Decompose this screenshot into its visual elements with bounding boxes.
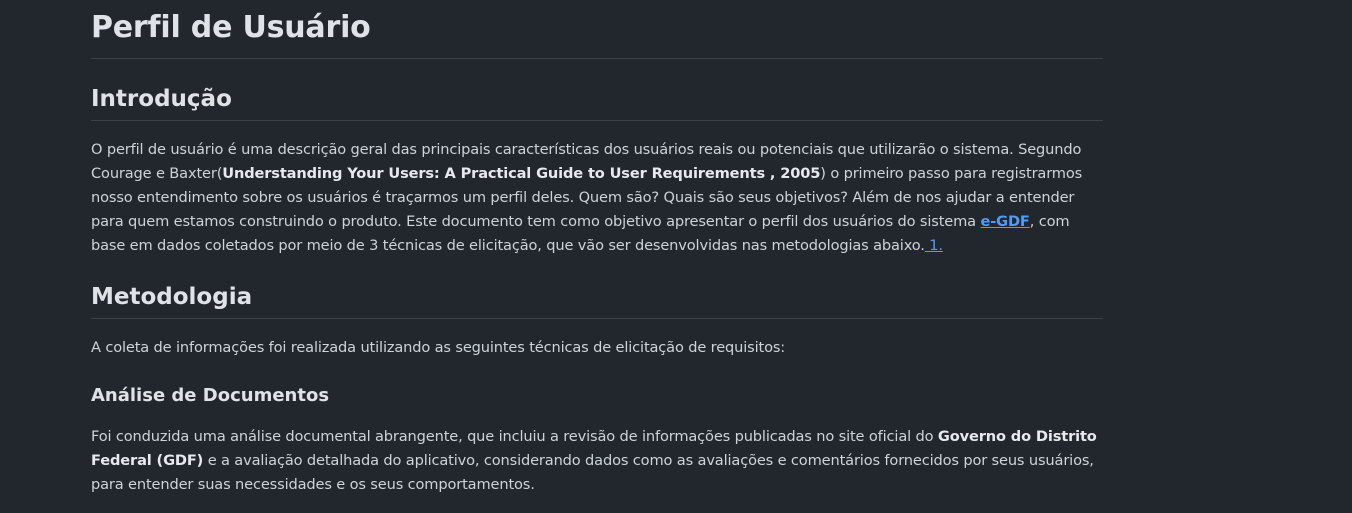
intro-heading: Introdução [91, 86, 232, 112]
doc-text-1: Foi conduzida uma análise documental abr… [91, 428, 938, 445]
document-analysis-heading: Análise de Documentos [91, 385, 330, 406]
title-divider [91, 58, 1103, 59]
methodology-divider [91, 318, 1103, 319]
document-analysis-paragraph: Foi conduzida uma análise documental abr… [91, 425, 1103, 497]
footnote-link[interactable]: 1. [925, 237, 943, 254]
intro-paragraph: O perfil de usuário é uma descrição gera… [91, 138, 1103, 258]
methodology-paragraph: A coleta de informações foi realizada ut… [91, 339, 786, 356]
book-reference: Understanding Your Users: A Practical Gu… [222, 165, 821, 182]
intro-divider [91, 120, 1103, 121]
doc-text-2: e a avaliação detalhada do aplicativo, c… [91, 452, 1094, 493]
methodology-heading: Metodologia [91, 284, 253, 310]
page-title: Perfil de Usuário [91, 10, 371, 45]
egdf-link[interactable]: e-GDF [980, 213, 1029, 230]
